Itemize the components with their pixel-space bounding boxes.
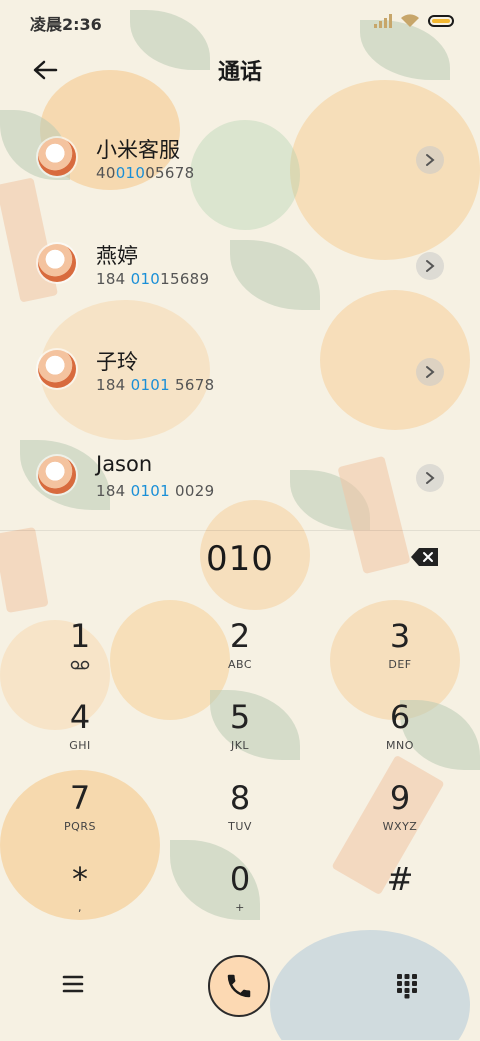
- contact-avatar: [38, 244, 76, 282]
- chevron-right-icon[interactable]: [416, 358, 444, 386]
- key-1[interactable]: 1: [20, 616, 140, 694]
- dialer-panel: 010 1 2 ABC 3 DEF 4 GHI 5 JKL 6 MNO 7 PQRS 8 TU…: [0, 530, 480, 1041]
- contact-number: 184 0101 0029: [96, 482, 215, 500]
- key-8[interactable]: 8 TUV: [180, 778, 300, 856]
- key-2[interactable]: 2 ABC: [180, 616, 300, 694]
- contact-avatar: [38, 456, 76, 494]
- voicemail-icon: [70, 660, 90, 670]
- dialer-bottom-bar: [0, 951, 480, 1021]
- header: 通话: [0, 48, 480, 92]
- contact-row[interactable]: Jason 184 0101 0029: [0, 428, 480, 534]
- contact-avatar: [38, 138, 76, 176]
- contact-row[interactable]: 小米客服 4001005678: [0, 110, 480, 216]
- signal-icon: [374, 14, 392, 28]
- contact-name: 子玲: [96, 350, 138, 374]
- chevron-right-icon[interactable]: [416, 146, 444, 174]
- contact-row[interactable]: 燕婷 184 01015689: [0, 216, 480, 322]
- chevron-right-icon[interactable]: [416, 252, 444, 280]
- contact-avatar: [38, 350, 76, 388]
- key-0[interactable]: 0 +: [180, 859, 300, 937]
- contact-name: 燕婷: [96, 244, 138, 268]
- wifi-icon: [401, 14, 419, 27]
- chevron-right-icon[interactable]: [416, 464, 444, 492]
- dialpad-icon[interactable]: [396, 973, 418, 999]
- status-icons: [374, 14, 454, 28]
- key-star[interactable]: *,: [20, 859, 140, 937]
- menu-icon[interactable]: [60, 973, 86, 995]
- key-4[interactable]: 4 GHI: [20, 697, 140, 775]
- dialed-number-display: 010: [206, 539, 274, 579]
- contact-number: 4001005678: [96, 164, 195, 182]
- key-6[interactable]: 6 MNO: [340, 697, 460, 775]
- key-9[interactable]: 9 WXYZ: [340, 778, 460, 856]
- key-3[interactable]: 3 DEF: [340, 616, 460, 694]
- page-title: 通话: [217, 60, 262, 85]
- key-hash[interactable]: #: [340, 859, 460, 937]
- contact-number: 184 01015689: [96, 270, 210, 288]
- status-bar: 凌晨2:36: [0, 0, 480, 44]
- battery-icon: [428, 15, 454, 27]
- contact-number: 184 0101 5678: [96, 376, 215, 394]
- contact-row[interactable]: 子玲 184 0101 5678: [0, 322, 480, 428]
- contact-name: Jason: [96, 452, 153, 476]
- key-7[interactable]: 7 PQRS: [20, 778, 140, 856]
- call-button[interactable]: [208, 955, 270, 1017]
- backspace-icon[interactable]: [410, 547, 440, 567]
- phone-icon: [227, 974, 251, 998]
- search-results-list: 小米客服 4001005678 燕婷 184 01015689 子玲 184 0…: [0, 110, 480, 534]
- status-time: 凌晨2:36: [30, 15, 102, 34]
- key-5[interactable]: 5 JKL: [180, 697, 300, 775]
- contact-name: 小米客服: [96, 138, 180, 162]
